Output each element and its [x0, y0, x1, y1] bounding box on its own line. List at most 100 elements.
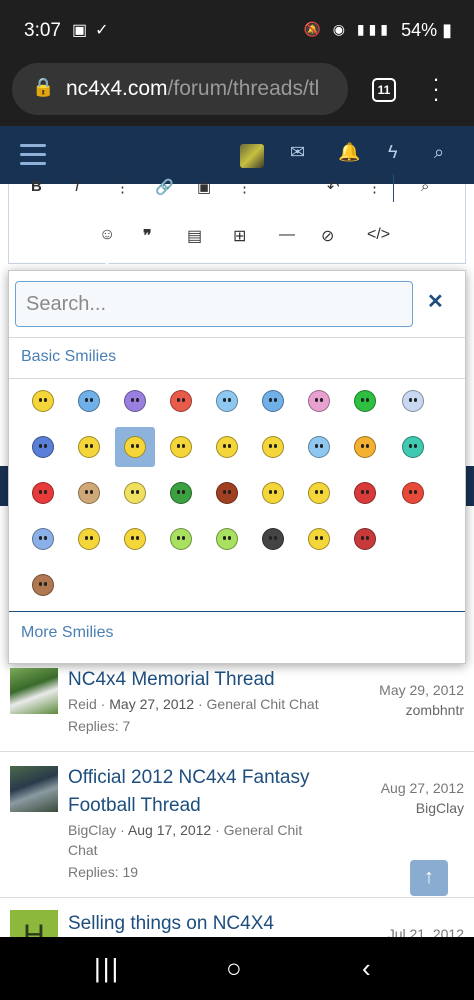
status-time: 3:07	[24, 20, 61, 41]
smilie-item[interactable]	[299, 473, 339, 513]
smilie-item[interactable]	[345, 427, 385, 467]
smilie-item[interactable]	[115, 427, 155, 467]
url-text[interactable]: nc4x4.com/forum/threads/tl	[66, 77, 342, 101]
smiley-face-icon	[124, 482, 146, 504]
smilie-item[interactable]	[345, 519, 385, 559]
smilie-item[interactable]	[23, 473, 63, 513]
smilie-item[interactable]	[253, 473, 293, 513]
spoiler-icon[interactable]: ⊘	[321, 226, 334, 246]
more-options-icon[interactable]: ⋮	[367, 178, 382, 196]
smilie-item[interactable]	[393, 427, 433, 467]
smiley-face-icon	[124, 436, 146, 458]
preview-icon[interactable]: ⌕	[421, 178, 429, 195]
smiley-face-icon	[78, 390, 100, 412]
smilie-item[interactable]	[161, 519, 201, 559]
smilie-item[interactable]	[23, 519, 63, 559]
smilie-item[interactable]	[23, 565, 63, 605]
smiley-face-icon	[354, 528, 376, 550]
thread-start-date: Aug 17, 2012	[127, 822, 212, 838]
smilie-item[interactable]	[393, 473, 433, 513]
smilie-search-input[interactable]	[15, 281, 413, 327]
recent-apps-icon[interactable]: |||	[94, 953, 120, 984]
thread-last-user[interactable]: zombhntr	[406, 702, 464, 718]
browser-menu-icon[interactable]: · · ·	[428, 68, 444, 110]
signal-icons: 🔕 ◉ ▮▮▮	[303, 21, 392, 37]
thread-last-date: May 29, 2012	[379, 682, 464, 698]
smilie-item[interactable]	[299, 519, 339, 559]
editor-toolbar-row2: ☺ ❞ ▤ ⊞ — ⊘ </>	[9, 224, 465, 250]
more-smilies-link[interactable]: More Smilies	[21, 624, 113, 642]
horizontal-rule-icon[interactable]: —	[279, 226, 295, 244]
category-label: Basic Smilies	[21, 348, 117, 365]
link-icon[interactable]: 🔗	[155, 178, 174, 196]
smiley-face-icon	[32, 436, 54, 458]
lightning-icon[interactable]: ϟ	[388, 142, 398, 163]
more-options-icon[interactable]: ⋮	[237, 178, 252, 196]
thread-title[interactable]: Official 2012 NC4x4 Fantasy Football Thr…	[68, 764, 328, 820]
smiley-face-icon	[170, 482, 192, 504]
smilie-item[interactable]	[299, 381, 339, 421]
smilie-item[interactable]	[69, 473, 109, 513]
smiley-face-icon	[32, 390, 54, 412]
bell-icon[interactable]: 🔔	[338, 142, 360, 163]
smilie-item[interactable]	[69, 427, 109, 467]
smilie-item[interactable]	[207, 427, 247, 467]
smilie-item[interactable]	[23, 427, 63, 467]
smiley-face-icon	[170, 436, 192, 458]
smiley-face-icon	[216, 528, 238, 550]
more-options-icon[interactable]: ⋮	[115, 178, 130, 196]
smilie-item[interactable]	[207, 519, 247, 559]
thread-item[interactable]: NC4x4 Memorial Thread Reid · May 27, 201…	[0, 664, 474, 752]
smilie-icon[interactable]: ☺	[99, 226, 115, 244]
quote-icon[interactable]: ❞	[143, 226, 152, 246]
smilie-item[interactable]	[115, 519, 155, 559]
thread-item[interactable]: H Selling things on NC4X4 Jul 21, 2012	[0, 898, 474, 938]
hamburger-menu-icon[interactable]	[20, 144, 46, 171]
image-icon[interactable]: ▣	[197, 178, 211, 196]
smilie-item[interactable]	[207, 473, 247, 513]
smilie-item[interactable]	[345, 381, 385, 421]
home-icon[interactable]: ○	[226, 953, 242, 984]
smilie-item[interactable]	[161, 473, 201, 513]
back-icon[interactable]: ‹	[362, 953, 371, 984]
undo-icon[interactable]: ↶	[327, 178, 340, 196]
inbox-icon[interactable]: ✉	[290, 142, 305, 163]
smilie-item[interactable]	[69, 381, 109, 421]
smiley-face-icon	[216, 482, 238, 504]
smilie-item[interactable]	[115, 381, 155, 421]
smilie-item[interactable]	[69, 519, 109, 559]
smiley-face-icon	[402, 436, 424, 458]
thread-forum[interactable]: General Chit Chat	[207, 696, 319, 712]
thread-item[interactable]: Official 2012 NC4x4 Fantasy Football Thr…	[0, 752, 474, 898]
smilie-item[interactable]	[393, 381, 433, 421]
bold-button[interactable]: B	[31, 178, 42, 195]
smilie-item[interactable]	[161, 427, 201, 467]
smilie-item[interactable]	[161, 381, 201, 421]
media-icon[interactable]: ▤	[187, 226, 202, 246]
smilie-picker: ✕ Basic Smilies More Smilies	[8, 270, 466, 664]
smilie-item[interactable]	[115, 473, 155, 513]
close-icon[interactable]: ✕	[427, 289, 444, 314]
smilie-item[interactable]	[299, 427, 339, 467]
search-icon[interactable]: ⌕	[434, 142, 444, 163]
smilie-item[interactable]	[23, 381, 63, 421]
smilie-item[interactable]	[207, 381, 247, 421]
smilie-item[interactable]	[253, 427, 293, 467]
address-bar[interactable]: 🔒 nc4x4.com/forum/threads/tl	[12, 63, 348, 115]
thread-poster[interactable]: BigClay	[68, 822, 116, 838]
code-icon[interactable]: </>	[367, 226, 390, 244]
scroll-to-top-button[interactable]: ↑	[410, 860, 448, 896]
smilie-item[interactable]	[253, 381, 293, 421]
thread-thumbnail	[10, 766, 58, 812]
user-avatar[interactable]	[240, 144, 264, 168]
thread-title[interactable]: NC4x4 Memorial Thread	[68, 666, 328, 694]
background-header-fragment	[0, 466, 8, 506]
smilie-item[interactable]	[345, 473, 385, 513]
italic-button[interactable]: I	[75, 178, 79, 195]
tab-switcher-button[interactable]: 11	[372, 78, 396, 102]
thread-poster[interactable]: Reid	[68, 696, 97, 712]
thread-title[interactable]: Selling things on NC4X4	[68, 910, 328, 938]
table-icon[interactable]: ⊞	[233, 226, 246, 246]
smilie-item[interactable]	[253, 519, 293, 559]
thread-last-user[interactable]: BigClay	[416, 800, 464, 816]
